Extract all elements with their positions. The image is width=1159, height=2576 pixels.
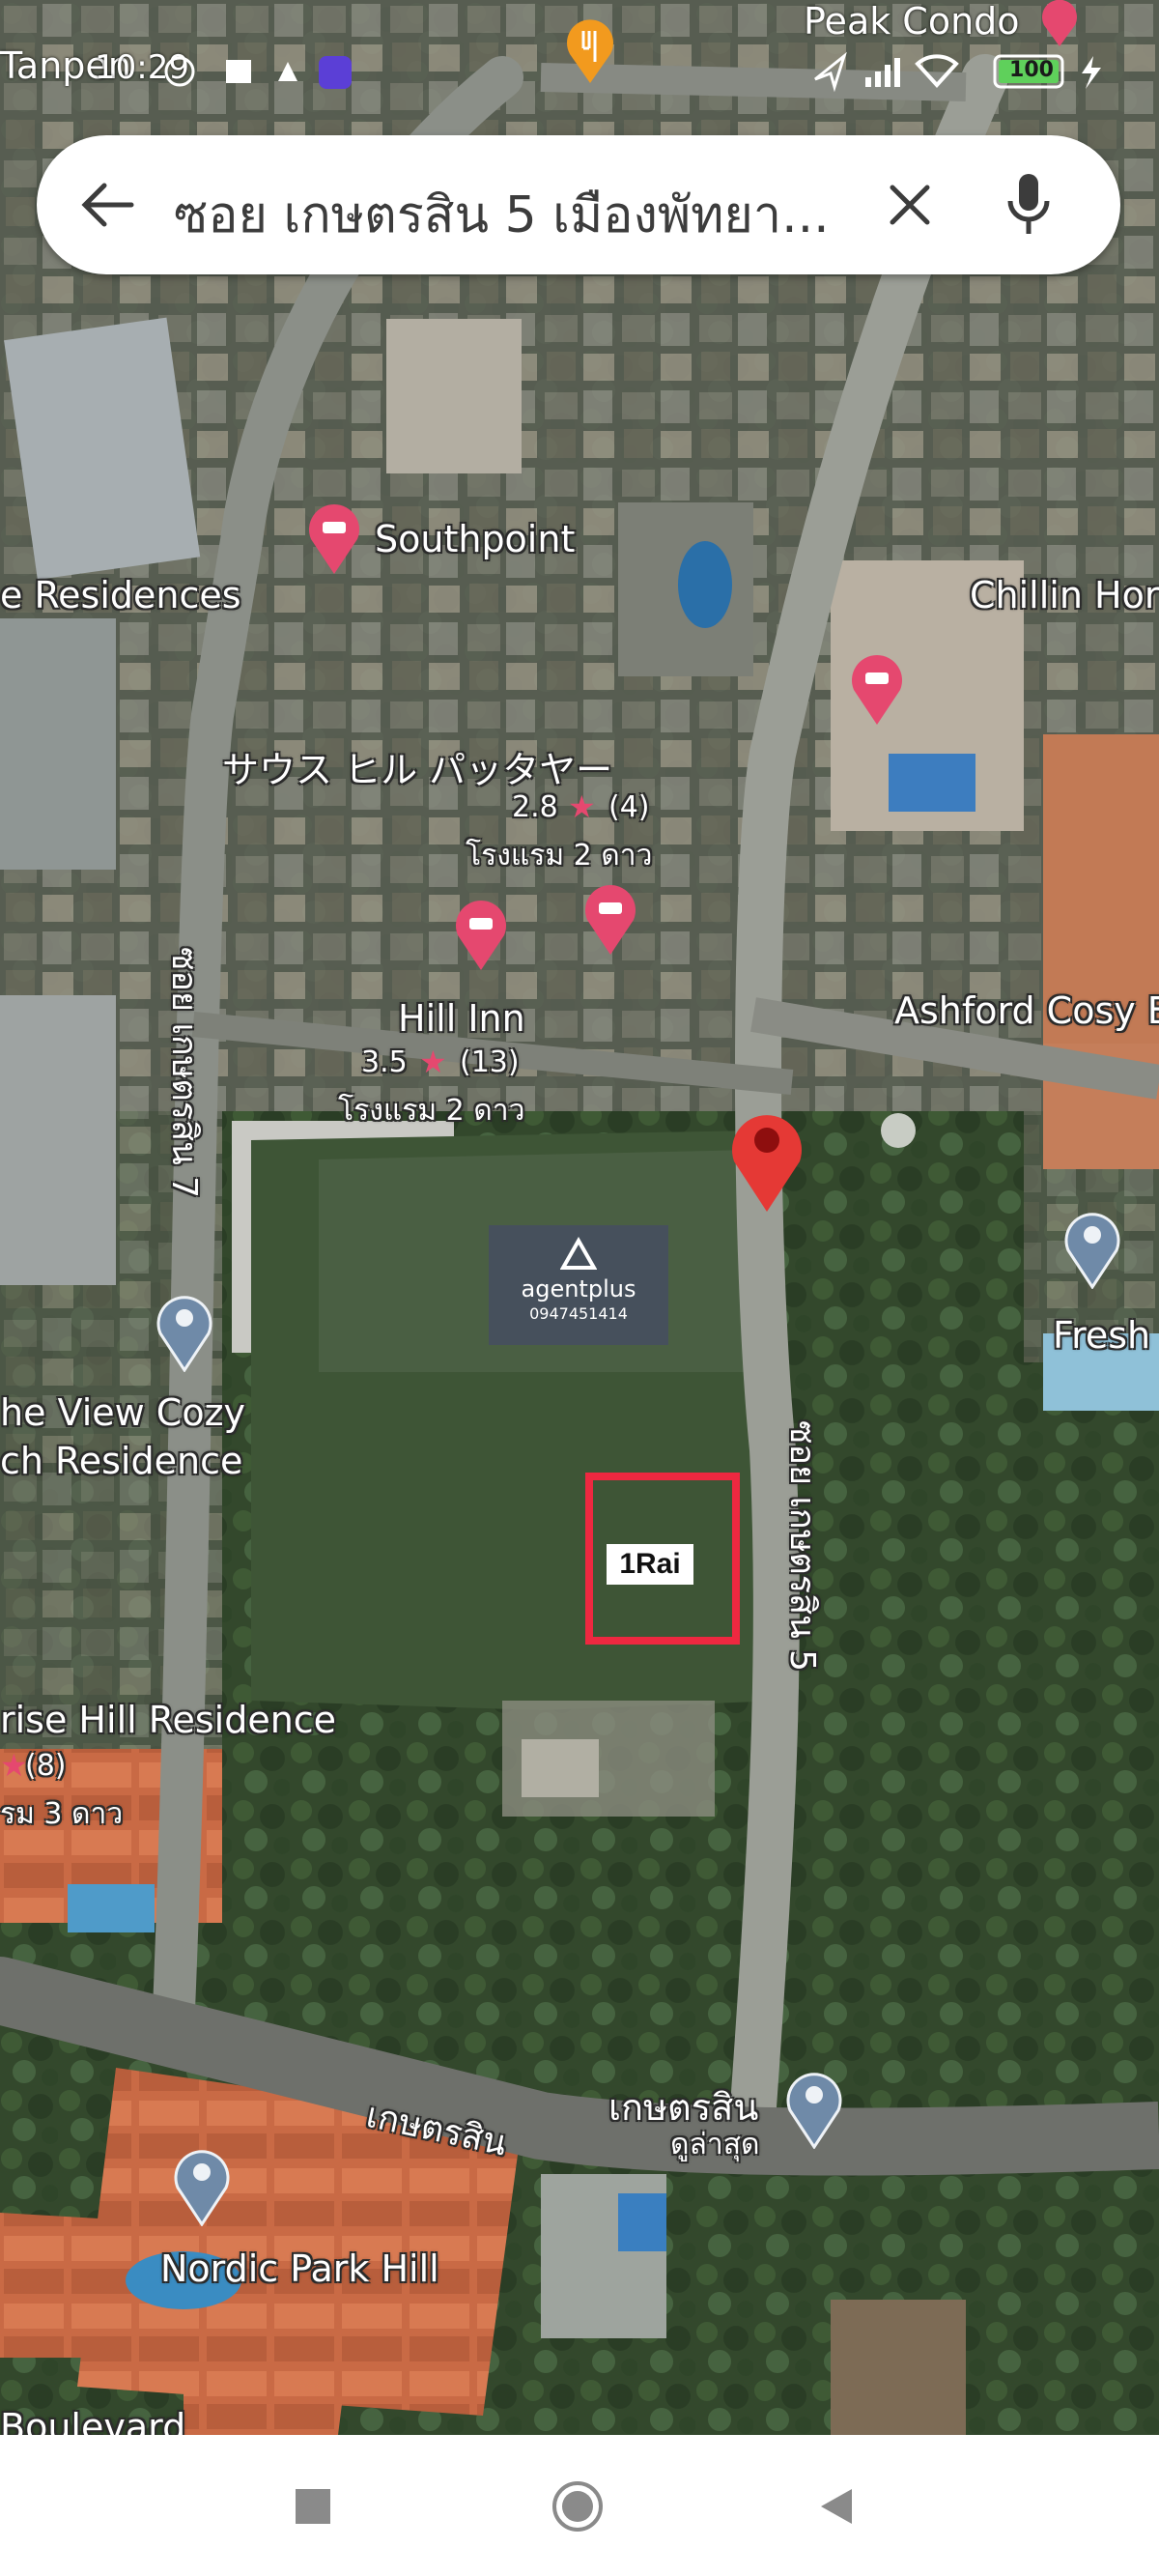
road-label-soi-5: ซอย เกษตรสิน 5 [782, 1420, 822, 1673]
place-rating: 2.8 [512, 790, 558, 824]
hotel-pin-icon[interactable] [581, 879, 639, 957]
battery-level: 100 [1009, 58, 1054, 82]
place-label-chillin[interactable]: Chillin Hor [970, 574, 1159, 616]
hotel-pin-icon[interactable] [452, 895, 510, 972]
back-triangle-icon[interactable] [817, 2485, 856, 2528]
place-rating: 3.5 [361, 1045, 408, 1079]
star-icon: ★ [568, 788, 596, 825]
top-place-label: Peak Condo [804, 0, 1020, 43]
place-label-hill-inn[interactable]: Hill Inn [398, 997, 525, 1040]
place-reviews: (4) [608, 790, 650, 824]
place-reviews: (13) [460, 1045, 520, 1079]
place-label-nordic-park-hill[interactable]: Nordic Park Hill [160, 2247, 439, 2290]
satellite-map[interactable]: Tanpen 10:29 Peak Condo 100 ซอย เกษตรสิน… [0, 0, 1159, 2435]
back-arrow-icon[interactable] [79, 178, 137, 232]
place-label-residences[interactable]: e Residences [0, 574, 241, 616]
plot-size-label: 1Rai [607, 1544, 693, 1585]
map-imagery [0, 0, 1159, 2435]
search-query[interactable]: ซอย เกษตรสิน 5 เมืองพัทยา... [174, 174, 830, 254]
agentplus-logo-icon [560, 1237, 597, 1270]
star-icon: ★ [0, 1747, 28, 1784]
place-label-view-cozy-2[interactable]: ch Residence [0, 1440, 242, 1482]
agentplus-watermark: agentplus 0947451414 [489, 1225, 668, 1345]
road-label-soi-7: ซอย เกษตรสิน 7 [164, 947, 204, 1199]
home-circle-icon[interactable] [551, 2479, 605, 2533]
place-label-view-cozy[interactable]: he View Cozy [0, 1391, 245, 1434]
notification-icons [164, 56, 352, 89]
place-reviews: (8) [25, 1749, 67, 1783]
star-icon: ★ [419, 1044, 447, 1080]
selected-location-pin-icon[interactable] [726, 1103, 807, 1214]
navigation-bar [0, 2435, 1159, 2576]
hotel-pin-icon[interactable] [305, 499, 363, 576]
watermark-brand: agentplus [521, 1275, 636, 1302]
recents-square-icon[interactable] [296, 2489, 330, 2524]
search-bar[interactable]: ซอย เกษตรสิน 5 เมืองพัทยา... [37, 135, 1120, 274]
place-pin-icon[interactable] [172, 2145, 232, 2226]
restaurant-pin-icon[interactable] [564, 17, 616, 85]
place-type: โรงแรม 2 ดาว [466, 839, 653, 873]
place-pin-icon[interactable] [784, 2068, 844, 2149]
place-label-kasetsin-subtitle: ดูล่าสุด [670, 2128, 760, 2161]
place-pin-icon[interactable] [155, 1291, 214, 1372]
place-type: โรงแรม 2 ดาว [338, 1094, 525, 1128]
place-pin-icon[interactable] [1062, 1208, 1122, 1289]
hotel-pin-icon[interactable] [848, 649, 906, 727]
place-type: รม 3 ดาว [0, 1797, 124, 1831]
microphone-icon[interactable] [1004, 172, 1053, 238]
clear-icon[interactable] [885, 180, 935, 230]
system-indicators [814, 51, 1101, 93]
place-label-southpoint[interactable]: Southpoint [375, 518, 575, 560]
place-label-boulevard[interactable]: Boulevard [0, 2406, 185, 2435]
watermark-phone: 0947451414 [529, 1304, 628, 1323]
hotel-pin-icon[interactable] [1038, 0, 1081, 48]
place-label-ashford[interactable]: Ashford Cosy E [894, 989, 1159, 1032]
place-label-south-hill[interactable]: サウス ヒル パッタヤー [222, 740, 612, 793]
place-label-fresh[interactable]: Fresh [1053, 1314, 1150, 1357]
place-label-sunrise-hill[interactable]: rise Hill Residence [0, 1699, 336, 1741]
